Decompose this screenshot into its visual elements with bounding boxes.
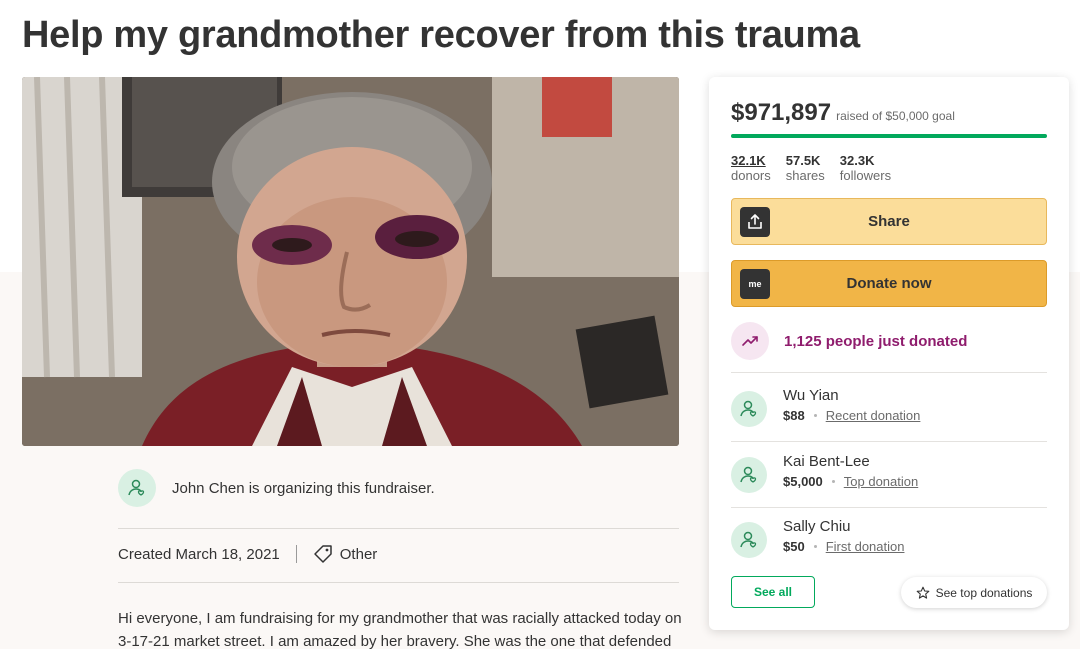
first-donation-link[interactable]: First donation [826, 539, 905, 554]
raised-summary: $971,897 raised of $50,000 goal [731, 99, 955, 127]
star-icon [916, 586, 930, 600]
raised-amount: $971,897 [731, 99, 832, 126]
organizer-avatar-icon [118, 469, 156, 507]
campaign-photo-illustration [22, 77, 679, 446]
donor-item: Kai Bent-Lee $5,000 Top donation [731, 453, 918, 493]
donor-amount: $88 [783, 408, 805, 423]
donor-info: Wu Yian $88 Recent donation [783, 387, 920, 423]
raised-goal: raised of $50,000 goal [836, 109, 955, 123]
gofundme-logo-icon: me [740, 269, 770, 299]
donor-amount: $50 [783, 539, 805, 554]
dot-separator [813, 545, 817, 548]
donor-avatar-icon [731, 457, 767, 493]
recent-donation-link[interactable]: Recent donation [826, 408, 921, 423]
campaign-stats: 32.1K donors 57.5K shares 32.3K follower… [731, 153, 906, 183]
logo-text: me [748, 279, 762, 289]
organizer-row: John Chen is organizing this fundraiser. [118, 469, 435, 507]
divider [731, 441, 1047, 442]
page-title: Help my grandmother recover from this tr… [22, 14, 860, 56]
progress-bar [731, 134, 1047, 138]
share-icon [740, 207, 770, 237]
share-button-label: Share [868, 213, 910, 230]
divider [118, 528, 679, 529]
recent-activity-text: 1,125 people just donated [784, 332, 968, 350]
category-link[interactable]: Other [340, 546, 378, 563]
story-text: Hi everyone, I am fundraising for my gra… [118, 610, 682, 649]
stat-value: 57.5K [785, 153, 821, 168]
see-top-donations-label: See top donations [935, 585, 1033, 600]
campaign-meta: Created March 18, 2021 Other [118, 544, 377, 564]
progress-bar-fill [731, 134, 1047, 138]
stat-label: followers [839, 168, 892, 183]
stat-donors[interactable]: 32.1K donors [731, 153, 771, 183]
fundraiser-page: Help my grandmother recover from this tr… [0, 0, 1080, 649]
donor-amount: $5,000 [783, 474, 823, 489]
stat-followers: 32.3K followers [840, 153, 891, 183]
tag-icon [313, 544, 333, 564]
donor-avatar-icon [731, 391, 767, 427]
meta-separator [295, 545, 297, 563]
stat-shares: 57.5K shares [786, 153, 825, 183]
campaign-photo[interactable] [22, 77, 679, 446]
donation-card: $971,897 raised of $50,000 goal 32.1K do… [709, 77, 1069, 630]
dot-separator [831, 480, 835, 483]
trending-icon [731, 322, 769, 360]
donor-details: $50 First donation [783, 539, 904, 554]
donate-button-label: Donate now [846, 275, 932, 292]
dot-separator [813, 414, 817, 417]
donor-name: Kai Bent-Lee [783, 453, 870, 470]
stat-label: donors [731, 168, 771, 183]
divider [731, 507, 1047, 508]
organizer-text: John Chen is organizing this fundraiser. [172, 479, 435, 497]
stat-value: 32.3K [839, 153, 875, 168]
share-button[interactable]: Share [731, 198, 1047, 245]
stat-label: shares [785, 168, 825, 183]
donate-now-button[interactable]: me Donate now [731, 260, 1047, 307]
divider [118, 582, 679, 583]
donor-avatar-icon [731, 522, 767, 558]
see-all-button[interactable]: See all [731, 576, 815, 608]
donor-item: Wu Yian $88 Recent donation [731, 387, 920, 427]
donor-details: $5,000 Top donation [783, 474, 918, 489]
donor-name: Wu Yian [783, 387, 839, 404]
donor-details: $88 Recent donation [783, 408, 920, 423]
stat-value: 32.1K [731, 153, 766, 168]
recent-activity: 1,125 people just donated [731, 322, 967, 360]
top-donation-link[interactable]: Top donation [844, 474, 918, 489]
divider [731, 372, 1047, 373]
donor-info: Kai Bent-Lee $5,000 Top donation [783, 453, 918, 489]
see-top-donations-button[interactable]: See top donations [901, 577, 1047, 608]
donor-info: Sally Chiu $50 First donation [783, 518, 904, 554]
donor-name: Sally Chiu [783, 518, 851, 535]
created-date: Created March 18, 2021 [118, 545, 280, 563]
donor-item: Sally Chiu $50 First donation [731, 518, 904, 558]
